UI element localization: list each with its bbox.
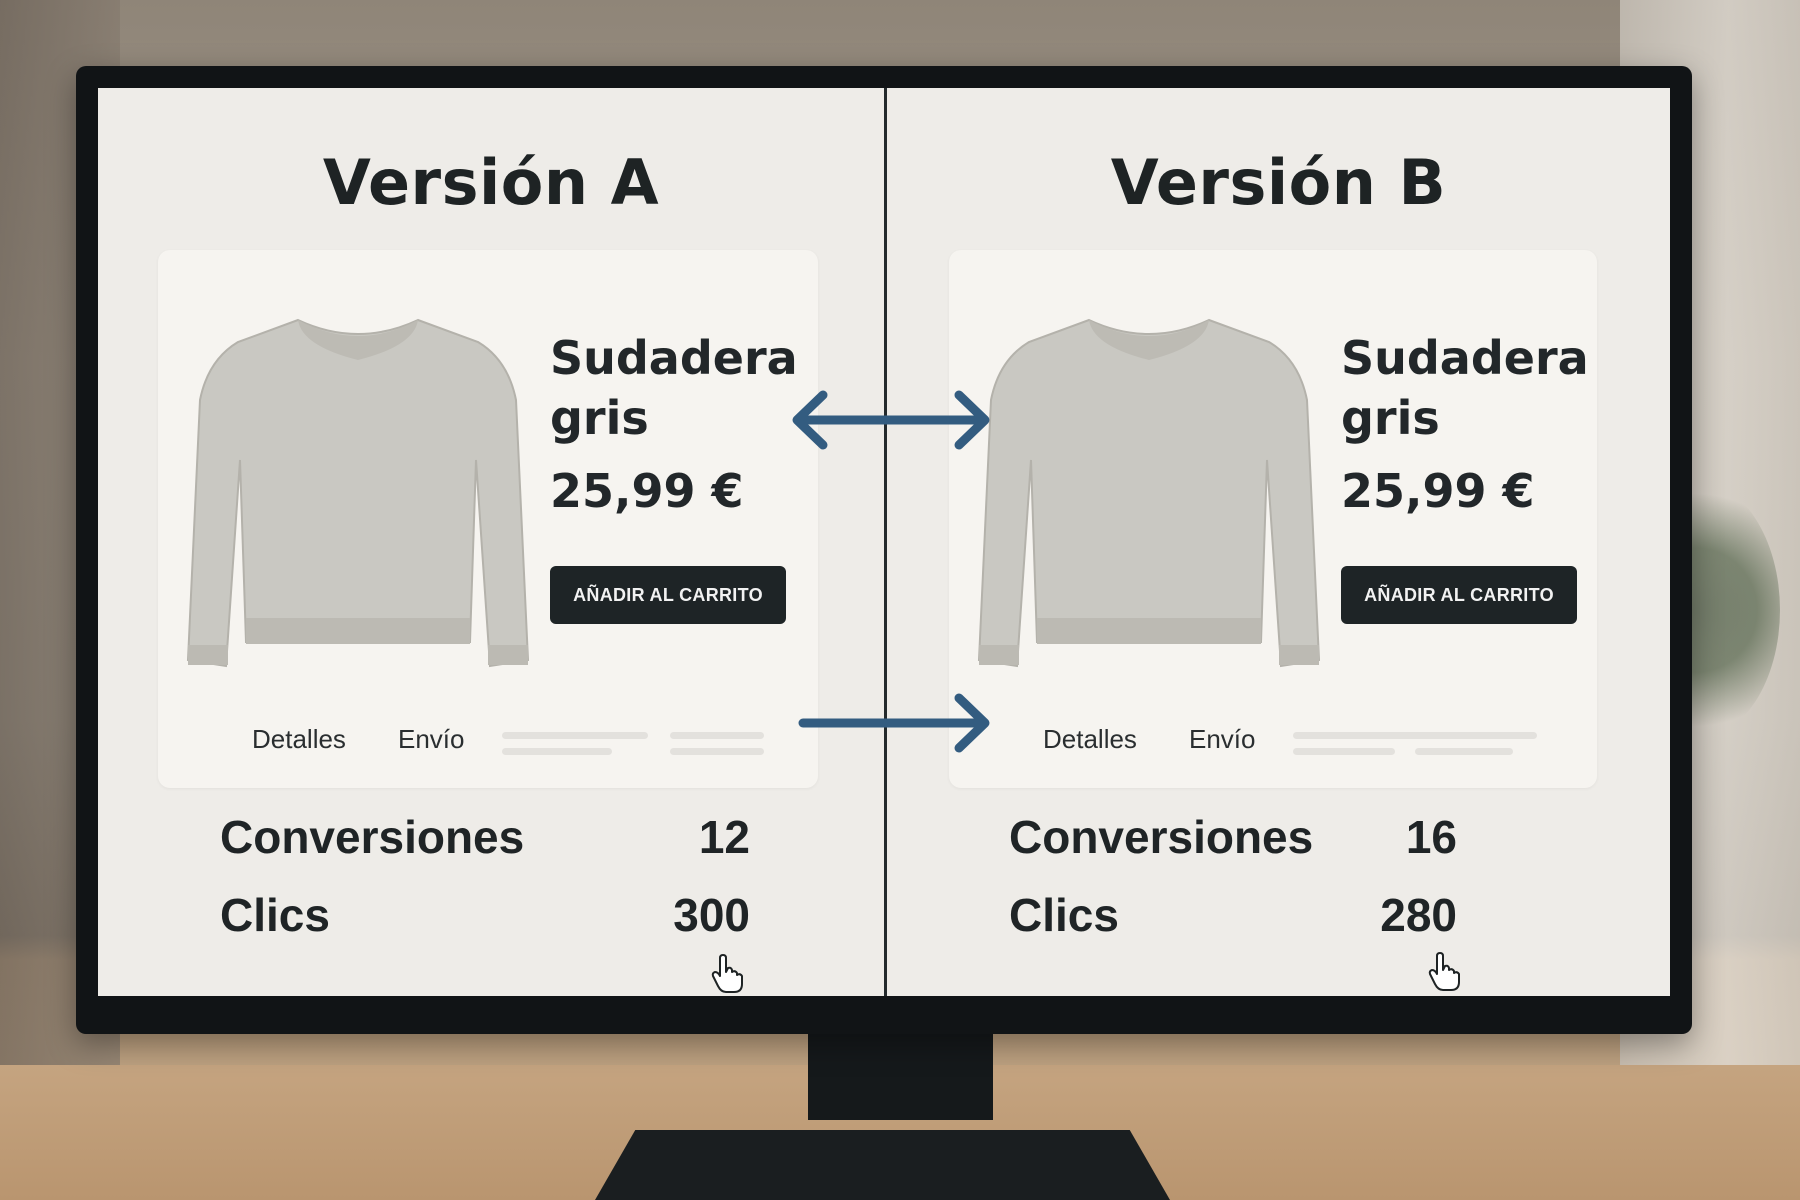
- monitor: Versión A Sudadera gris 25,99 € AÑADIR A…: [76, 66, 1692, 1034]
- product-card-a[interactable]: Sudadera gris 25,99 € AÑADIR AL CARRITO …: [158, 250, 818, 788]
- placeholder-line: [670, 732, 764, 739]
- metric-label-clicks: Clics: [1009, 889, 1119, 941]
- sweater-image: [977, 318, 1321, 668]
- hand-pointer-icon: [1428, 952, 1460, 991]
- metric-value-clicks: 280: [1380, 889, 1457, 941]
- placeholder-line: [1293, 732, 1537, 739]
- placeholder-line: [1293, 748, 1395, 755]
- placeholder-line: [1415, 748, 1513, 755]
- screen: Versión A Sudadera gris 25,99 € AÑADIR A…: [98, 88, 1670, 996]
- product-name: Sudadera gris: [550, 331, 798, 445]
- variant-panel-b: Versión B Sudadera gris 25,99 € AÑADIR A…: [884, 88, 1670, 996]
- product-card-b[interactable]: Sudadera gris 25,99 € AÑADIR AL CARRITO …: [949, 250, 1597, 788]
- version-b-title: Versión B: [1110, 146, 1447, 219]
- product-name: Sudadera gris: [1341, 331, 1589, 445]
- metric-value-conversions: 16: [1405, 811, 1457, 863]
- product-price: 25,99 €: [1341, 464, 1535, 518]
- tab-details[interactable]: Detalles: [252, 724, 346, 755]
- variant-panel-a: Versión A Sudadera gris 25,99 € AÑADIR A…: [98, 88, 884, 996]
- tab-shipping[interactable]: Envío: [398, 724, 465, 755]
- hand-pointer-icon: [711, 954, 743, 993]
- monitor-stand-base: [595, 1130, 1170, 1200]
- add-to-cart-button[interactable]: AÑADIR AL CARRITO: [1341, 566, 1577, 624]
- tab-details[interactable]: Detalles: [1043, 724, 1137, 755]
- placeholder-line: [670, 748, 764, 755]
- metric-label-conversions: Conversiones: [1009, 811, 1314, 863]
- metric-label-clicks: Clics: [220, 889, 330, 941]
- metric-value-clicks: 300: [673, 889, 750, 941]
- placeholder-line: [502, 732, 648, 739]
- tab-shipping[interactable]: Envío: [1189, 724, 1256, 755]
- sweater-image: [186, 318, 530, 668]
- monitor-stand-neck: [808, 1030, 993, 1120]
- metric-label-conversions: Conversiones: [220, 811, 525, 863]
- product-price: 25,99 €: [550, 464, 744, 518]
- version-a-title: Versión A: [322, 146, 660, 219]
- placeholder-line: [502, 748, 612, 755]
- metric-value-conversions: 12: [698, 811, 750, 863]
- add-to-cart-button[interactable]: AÑADIR AL CARRITO: [550, 566, 786, 624]
